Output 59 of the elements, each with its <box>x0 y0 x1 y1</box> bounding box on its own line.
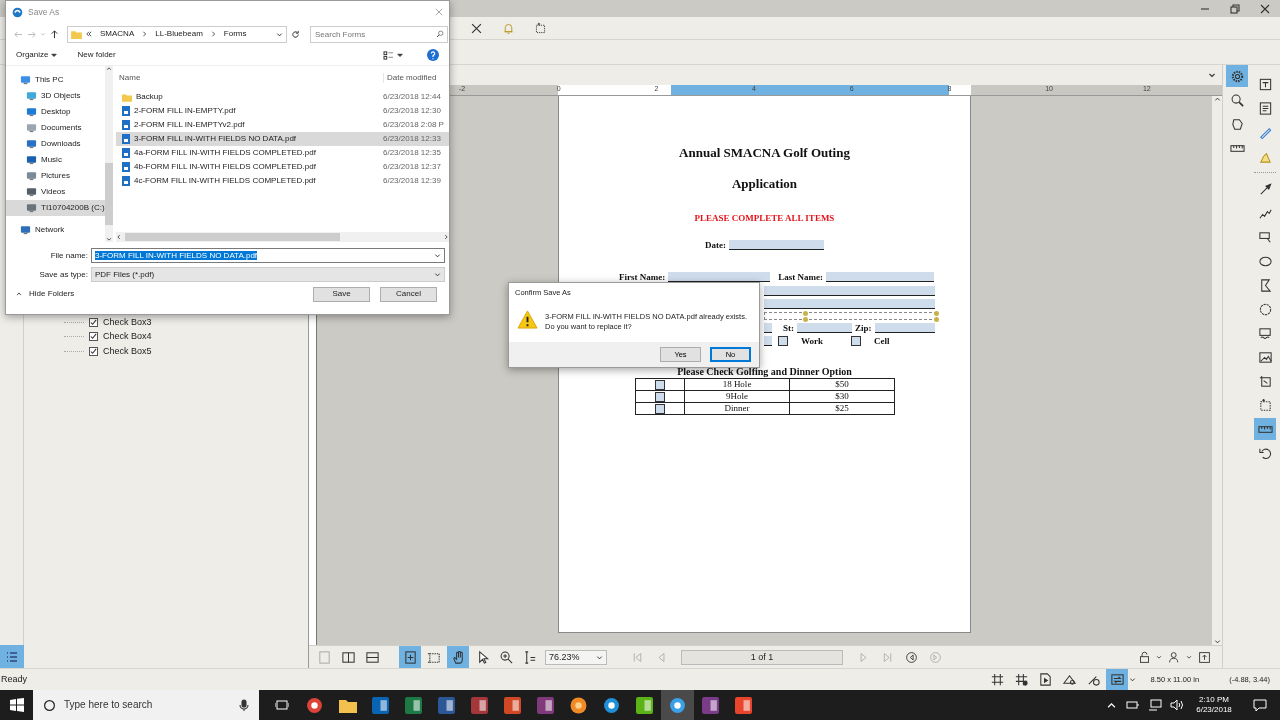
nav-pane-item[interactable]: 3D Objects <box>6 88 105 104</box>
field-label: File name: <box>49 250 88 261</box>
table-cell: $50 <box>835 379 849 389</box>
clock[interactable]: 2:10 PM 6/23/2018 <box>1188 695 1240 715</box>
document-title: Annual SMACNA Golf Outing <box>678 145 851 161</box>
column-header[interactable]: Date modified <box>383 73 437 83</box>
section-heading: Please Check Golfing and Dinner Option <box>676 366 853 378</box>
nav-pane-item[interactable]: Network <box>6 222 105 238</box>
table-cell: Dinner <box>724 403 750 413</box>
nav-pane-item[interactable]: Downloads <box>6 136 105 152</box>
table-cell: 18 Hole <box>722 379 752 389</box>
nav-pane-item[interactable]: Videos <box>6 184 105 200</box>
address-bar[interactable]: SMACNA LL-Bluebeam Forms <box>67 25 287 43</box>
table-cell: 9Hole <box>726 391 748 401</box>
cancel-button[interactable]: Cancel <box>380 286 437 302</box>
checkbox-label: Work <box>801 335 824 347</box>
file-row[interactable]: Backup 6/23/2018 12:44 <box>116 90 449 104</box>
page-number-field[interactable]: 1 of 1 <box>681 649 843 665</box>
document-subtitle: Application <box>731 176 798 192</box>
field-label[interactable]: Check Box5 <box>103 345 152 357</box>
field-label: Save as type: <box>38 269 88 280</box>
field-label: Date: <box>705 239 726 251</box>
file-row[interactable]: 3-FORM FILL IN-WITH FIELDS NO DATA.pdf 6/23/2018 12:33 <box>116 132 449 146</box>
nav-pane-item[interactable]: Pictures <box>6 168 105 184</box>
organize-button[interactable]: Organize <box>16 50 58 60</box>
field-label: First Name: <box>619 271 666 283</box>
nav-pane-item[interactable]: TI10704200B (C:) <box>6 200 105 216</box>
zoom-dropdown[interactable]: 76.23% <box>545 649 607 665</box>
breadcrumb-item[interactable]: Forms <box>223 29 247 39</box>
nav-pane-item[interactable]: Documents <box>6 120 105 136</box>
field-label: St: <box>783 322 794 334</box>
status-text: Ready <box>0 674 27 685</box>
table-cell: $25 <box>835 403 849 413</box>
dialog-title: Save As <box>28 6 60 18</box>
field-label[interactable]: Check Box3 <box>103 316 152 328</box>
nav-pane-item[interactable]: Music <box>6 152 105 168</box>
table-cell: $30 <box>835 391 849 401</box>
checkbox-label: Cell <box>874 335 891 347</box>
hide-folders-button[interactable]: Hide Folders <box>16 289 75 299</box>
search-box[interactable]: Type here to search <box>33 690 259 720</box>
nav-pane-item[interactable]: Desktop <box>6 104 105 120</box>
save-button[interactable]: Save <box>313 286 370 302</box>
field-label: Zip: <box>855 322 872 334</box>
file-name-field[interactable]: 3-FORM FILL IN-WITH FIELDS NO DATA.pdf <box>91 248 445 263</box>
field-label: Last Name: <box>778 271 823 283</box>
file-row[interactable]: 4c-FORM FILL IN-WITH FIELDS COMPLETED.pdf 6/23/2018 12:39 <box>116 174 449 188</box>
file-row[interactable]: 2-FORM FILL IN-EMPTYv2.pdf 6/23/2018 2:08 P <box>116 118 449 132</box>
search-field[interactable]: Search Forms <box>310 25 448 43</box>
breadcrumb-item[interactable]: SMACNA <box>100 29 135 39</box>
field-label[interactable]: Check Box4 <box>103 331 152 343</box>
new-folder-button[interactable]: New folder <box>77 50 116 60</box>
breadcrumb-item[interactable]: LL-Bluebeam <box>155 29 203 39</box>
file-row[interactable]: 4a-FORM FILL IN-WITH FIELDS COMPLETED.pdf 6/23/2018 12:35 <box>116 146 449 160</box>
notice-text: PLEASE COMPLETE ALL ITEMS <box>693 212 836 224</box>
file-row[interactable]: 4b-FORM FILL IN-WITH FIELDS COMPLETED.pdf 6/23/2018 12:37 <box>116 160 449 174</box>
file-type-dropdown[interactable]: PDF Files (*.pdf) <box>91 267 445 282</box>
column-header[interactable]: Name <box>116 73 383 83</box>
file-row[interactable]: 2-FORM FILL IN-EMPTY.pdf 6/23/2018 12:30 <box>116 104 449 118</box>
nav-pane-item[interactable]: This PC <box>6 72 105 88</box>
